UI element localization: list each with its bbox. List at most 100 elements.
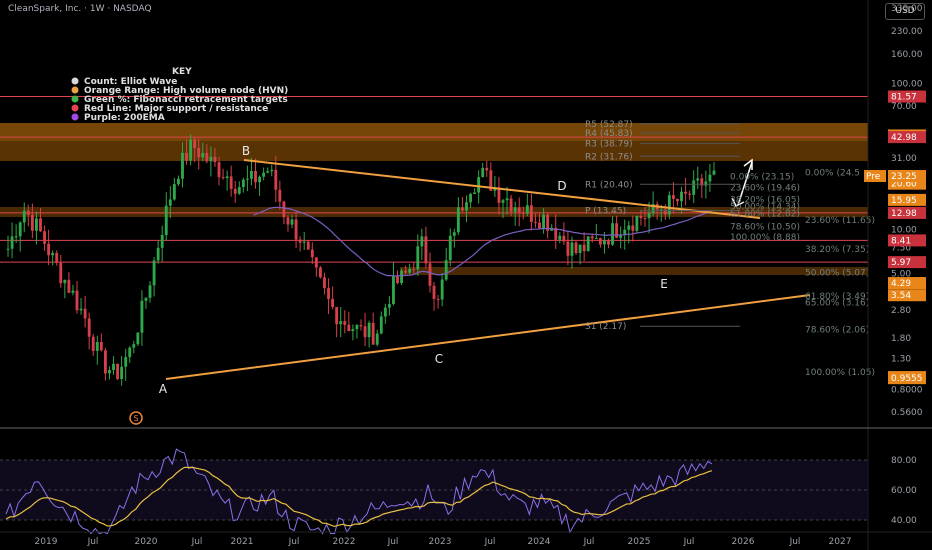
candle-body [189, 139, 193, 161]
candle-body [95, 341, 99, 351]
candle-body [39, 218, 42, 232]
candle-body [193, 139, 197, 148]
candle-body [266, 171, 270, 173]
candle-body [10, 236, 14, 249]
candle-body [335, 307, 339, 325]
candle-body [676, 198, 679, 202]
candle-body [79, 308, 83, 311]
candle-body [120, 366, 124, 380]
candle-body [603, 240, 606, 245]
candle-body [525, 205, 529, 214]
fib-level-label: 100.00% (8.88) [730, 233, 800, 243]
candle-body [241, 179, 245, 188]
candle-body [432, 285, 436, 299]
price-tick: 31.00 [891, 154, 917, 164]
candle-body [18, 222, 22, 237]
fib-level-label: 65.00% (3.16) [805, 298, 869, 308]
candle-body [103, 350, 107, 374]
candle-body [250, 170, 253, 179]
candle-body [639, 215, 643, 219]
candle-body [71, 290, 75, 293]
candle-body [51, 252, 55, 256]
candle-body [379, 316, 383, 334]
candle-body [477, 177, 481, 193]
pivot-label: R3 (38.79) [585, 140, 633, 150]
candle-body [323, 277, 326, 289]
candle-body [156, 247, 160, 261]
candle-body [396, 275, 399, 284]
candle-body [643, 218, 647, 220]
candle-body [132, 344, 136, 348]
candle-body [43, 231, 46, 244]
candle-body [172, 184, 176, 200]
candle-body [274, 169, 278, 190]
candle-body [26, 210, 30, 215]
candle-body [481, 167, 485, 178]
time-tick: 2027 [829, 537, 852, 547]
candle-body [306, 241, 310, 250]
candle-body [456, 207, 460, 233]
candle-body [485, 167, 489, 171]
candle-body [112, 363, 115, 371]
candle-body [35, 218, 38, 231]
candle-body [209, 156, 213, 162]
candle-body [387, 304, 391, 308]
candle-body [270, 169, 274, 172]
candle-body [363, 326, 367, 338]
price-tag-label: 12.98 [891, 209, 917, 219]
candle-body [83, 308, 87, 319]
candle-body [59, 262, 63, 284]
time-tick: 2019 [35, 537, 58, 547]
candle-body [152, 260, 156, 286]
fib-level-label: 61.80% (12.82) [730, 210, 800, 220]
time-tick: Jul [789, 537, 801, 547]
candle-body [692, 180, 696, 195]
candle-body [237, 187, 241, 194]
candle-body [225, 176, 229, 179]
time-tick: Jul [191, 537, 203, 547]
candle-body [258, 176, 261, 183]
key-swatch [71, 77, 79, 85]
candle-body [351, 329, 355, 332]
candle-body [160, 234, 164, 248]
wave-label-c: C [435, 352, 443, 366]
candle-body [371, 322, 375, 345]
candle-body [578, 244, 582, 254]
candle-body [586, 236, 590, 252]
time-tick: Jul [683, 537, 695, 547]
time-tick: 2022 [333, 537, 356, 547]
candle-body [562, 235, 566, 242]
candle-body [469, 193, 472, 203]
candle-body [436, 298, 440, 300]
price-chart[interactable]: 0.00% (24.5 23.60% (11.65) 38.20% (7.35) 50… [0, 0, 932, 550]
candle-body [671, 195, 675, 199]
wave-label-d: D [557, 179, 566, 193]
price-tag-label: 0.9555 [891, 374, 923, 384]
candle-body [408, 268, 412, 273]
candle-body [461, 207, 464, 211]
fib-level-label: 38.20% (7.35) [805, 245, 869, 255]
candle-body [140, 300, 144, 333]
candle-body [392, 275, 395, 305]
fib-level-label: 78.60% (10.50) [730, 222, 800, 232]
candle-body [465, 202, 468, 211]
lower-trendline [165, 294, 811, 380]
candle-body [509, 198, 513, 212]
candle-body [108, 370, 111, 374]
candle-body [319, 267, 322, 278]
candle-body [400, 270, 403, 284]
fib-level-label: 50.00% (5.07) [805, 268, 869, 278]
time-tick: 2026 [732, 537, 755, 547]
candle-body [177, 178, 180, 185]
candlestick-series [6, 134, 716, 386]
candle-body [290, 219, 294, 225]
candle-body [181, 152, 184, 179]
price-tag-label: 4.29 [891, 279, 911, 289]
fib-level-label: 78.60% (2.06) [805, 326, 869, 336]
candle-body [282, 201, 286, 218]
candle-body [412, 268, 416, 270]
fib-level-label: 0.00% (23.15) [730, 172, 794, 182]
price-tick: 0.8000 [891, 385, 923, 395]
candle-body [116, 363, 119, 380]
candle-body [688, 193, 692, 195]
